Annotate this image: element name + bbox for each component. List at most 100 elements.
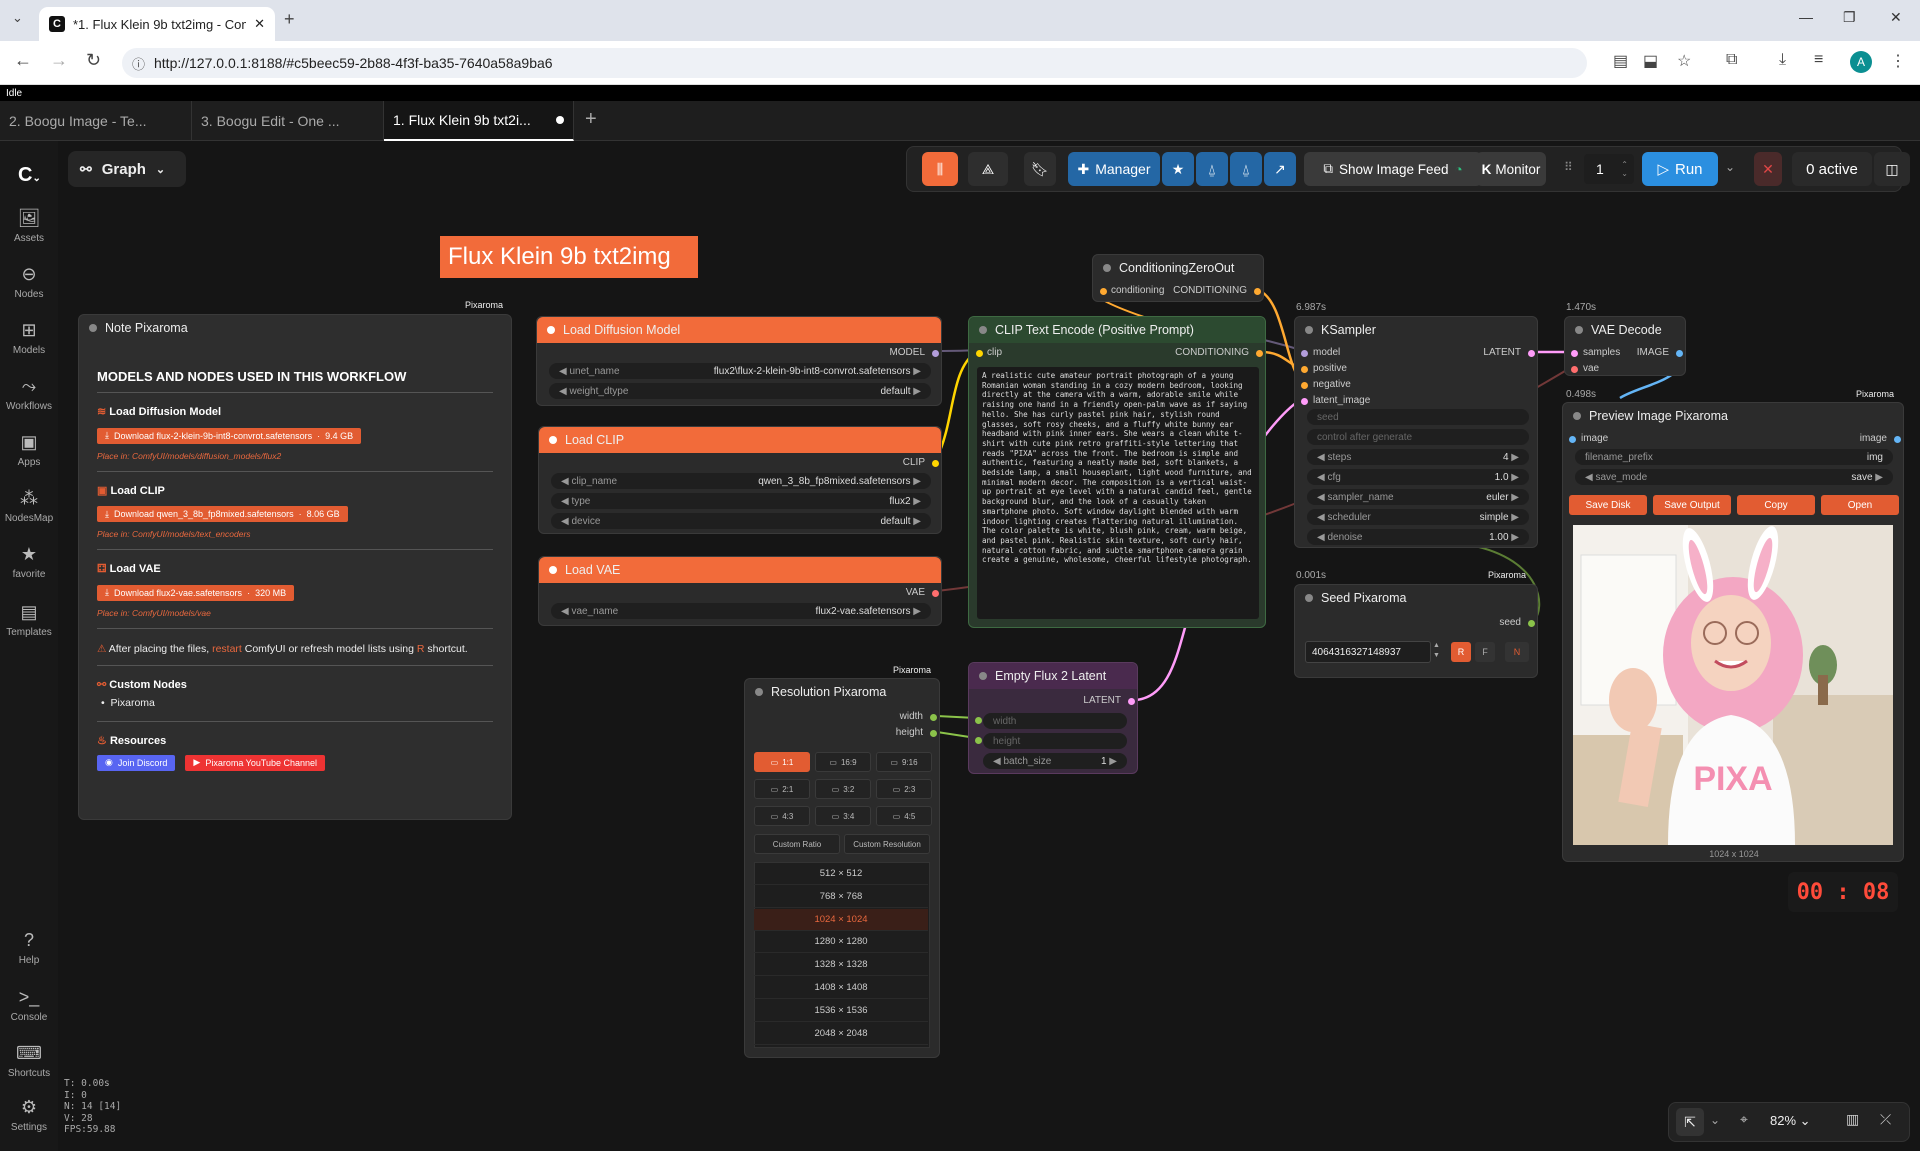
clip-text-encode-node[interactable]: CLIP Text Encode (Positive Prompt) clip … [968,316,1266,628]
workflow-title-note[interactable]: Flux Klein 9b txt2img [440,236,698,278]
input-model-port[interactable] [1301,350,1308,357]
filename-prefix-field[interactable]: filename_prefix img [1575,449,1893,465]
collapse-dot-icon[interactable] [1305,594,1313,602]
node-header[interactable]: ConditioningZeroOut [1093,255,1263,281]
save-mode-field[interactable]: ◀ save_mode save ▶ [1575,469,1893,485]
sampler-name-field[interactable]: ◀ sampler_name euler ▶ [1307,489,1529,505]
output-seed-port[interactable] [1528,620,1535,627]
fixed-button[interactable]: F [1475,642,1495,662]
output-width-port[interactable] [930,714,937,721]
output-latent-port[interactable] [1128,698,1135,705]
node-header[interactable]: CLIP Text Encode (Positive Prompt) [969,317,1265,343]
input-samples-port[interactable] [1571,350,1578,357]
output-vae-port[interactable] [932,590,939,597]
minimap-icon[interactable]: ▥ [1846,1111,1859,1128]
output-image-port[interactable] [1894,436,1901,443]
node-header[interactable]: Empty Flux 2 Latent [969,663,1137,689]
input-vae-port[interactable] [1571,366,1578,373]
node-header[interactable]: Resolution Pixaroma [745,679,939,705]
input-negative-port[interactable] [1301,382,1308,389]
prompt-textarea[interactable]: A realistic cute amateur portrait photog… [977,367,1259,619]
discord-button[interactable]: ◉ Join Discord [97,754,176,771]
node-header[interactable]: Load VAE [539,557,941,583]
resolution-option[interactable]: 1280 × 1280 [754,931,928,954]
custom-resolution-button[interactable]: Custom Resolution [844,834,930,854]
weight-dtype-field[interactable]: ◀ weight_dtype default ▶ [549,383,931,399]
output-latent-port[interactable] [1528,350,1535,357]
control-after-generate-field[interactable]: control after generate [1307,429,1529,445]
clip-name-field[interactable]: ◀ clip_name qwen_3_8b_fp8mixed.safetensor… [551,473,931,489]
seed-pixaroma-node[interactable]: Seed Pixaroma seed 40643163271489​37 ▲ ▼ … [1294,584,1538,678]
download-button[interactable]: ⤓ Download flux-2-klein-9b-int8-convrot.s… [97,427,362,444]
collapse-dot-icon[interactable] [547,326,555,334]
ratio-button[interactable]: ▭ 1:1 [754,752,810,772]
input-conditioning-port[interactable] [1100,288,1107,295]
load-diffusion-model-node[interactable]: Load Diffusion Model MODEL ◀ unet_name fl… [536,316,942,406]
preview-image-node[interactable]: Preview Image Pixaroma image image filen… [1562,402,1904,862]
ratio-button[interactable]: ▭ 4:5 [876,806,932,826]
download-button[interactable]: ⤓ Download flux2-vae.safetensors · 320 MB [97,584,295,601]
collapse-dot-icon[interactable] [1575,326,1583,334]
input-latent_image-port[interactable] [1301,398,1308,405]
zoom-control[interactable]: 82% ⌄ [1770,1113,1811,1129]
vae-decode-node[interactable]: VAE Decode samples vae IMAGE [1564,316,1686,376]
node-header[interactable]: Seed Pixaroma [1295,585,1537,611]
width-field[interactable]: width [983,713,1127,729]
collapse-dot-icon[interactable] [979,326,987,334]
device-field[interactable]: ◀ device default ▶ [551,513,931,529]
ratio-button[interactable]: ▭ 9:16 [876,752,932,772]
cfg-field[interactable]: ◀ cfg 1.0 ▶ [1307,469,1529,485]
select-tool-icon[interactable]: ⇱ [1676,1108,1704,1136]
random-button[interactable]: R [1451,642,1471,662]
fit-view-icon[interactable]: ⌖ [1740,1111,1748,1128]
node-header[interactable]: Note Pixaroma [79,315,511,341]
output-clip-port[interactable] [932,460,939,467]
resolution-option[interactable]: 1408 × 1408 [754,977,928,999]
output-conditioning-port[interactable] [1254,288,1261,295]
scheduler-field[interactable]: ◀ scheduler simple ▶ [1307,509,1529,525]
resolution-option[interactable]: 1536 × 1536 [754,1000,928,1022]
input-clip-port[interactable] [976,350,983,357]
node-header[interactable]: Load CLIP [539,427,941,453]
collapse-dot-icon[interactable] [1573,412,1581,420]
denoise-field[interactable]: ◀ denoise 1.00 ▶ [1307,529,1529,545]
node-header[interactable]: Preview Image Pixaroma [1563,403,1903,429]
node-header[interactable]: KSampler [1295,317,1537,343]
input-width-port[interactable] [975,717,982,724]
ratio-button[interactable]: ▭ 16:9 [815,752,871,772]
collapse-dot-icon[interactable] [755,688,763,696]
load-clip-node[interactable]: Load CLIP CLIP ◀ clip_name qwen_3_8b_fp8m… [538,426,942,534]
collapse-dot-icon[interactable] [89,324,97,332]
output-image-port[interactable] [1676,350,1683,357]
height-field[interactable]: height [983,733,1127,749]
batch-size-field[interactable]: ◀ batch_size 1 ▶ [983,753,1127,769]
ratio-button[interactable]: ▭ 2:1 [754,779,810,799]
download-button[interactable]: ⤓ Download qwen_3_8b_fp8mixed.safetensors… [97,506,348,522]
open-button[interactable]: Open [1821,495,1899,515]
output-model-port[interactable] [932,350,939,357]
resolution-option[interactable]: 1024 × 1024 [754,908,928,931]
resolution-option[interactable]: 2048 × 2048 [754,1023,928,1045]
seed-field[interactable]: seed [1307,409,1529,425]
hide-links-icon[interactable]: ⤫ [1880,1111,1891,1128]
save-output-button[interactable]: Save Output [1653,495,1731,515]
input-positive-port[interactable] [1301,366,1308,373]
empty-flux2-latent-node[interactable]: Empty Flux 2 Latent LATENT width height … [968,662,1138,774]
note-pixaroma-node[interactable]: Note Pixaroma MODELS AND NODES USED IN T… [78,314,512,820]
collapse-dot-icon[interactable] [549,566,557,574]
save-disk-button[interactable]: Save Disk [1569,495,1647,515]
type-field[interactable]: ◀ type flux2 ▶ [551,493,931,509]
output-height-port[interactable] [930,730,937,737]
ratio-button[interactable]: ▭ 4:3 [754,806,810,826]
ratio-button[interactable]: ▭ 2:3 [876,779,932,799]
ratio-button[interactable]: ▭ 3:2 [815,779,871,799]
custom-ratio-button[interactable]: Custom Ratio [754,834,840,854]
youtube-button[interactable]: ▶ Pixaroma YouTube Channel [185,754,326,771]
collapse-dot-icon[interactable] [1305,326,1313,334]
collapse-dot-icon[interactable] [1103,264,1111,272]
ksampler-node[interactable]: KSampler model positive negative latent_ima… [1294,316,1538,548]
preview-image[interactable]: PIXA [1573,525,1893,845]
resolution-option[interactable]: 512 × 512 [754,863,928,885]
conditioning-zero-out-node[interactable]: ConditioningZeroOut conditioning CONDITI… [1092,254,1264,302]
unet-name-field[interactable]: ◀ unet_name flux2\flux-2-klein-9b-int8-co… [549,363,931,379]
